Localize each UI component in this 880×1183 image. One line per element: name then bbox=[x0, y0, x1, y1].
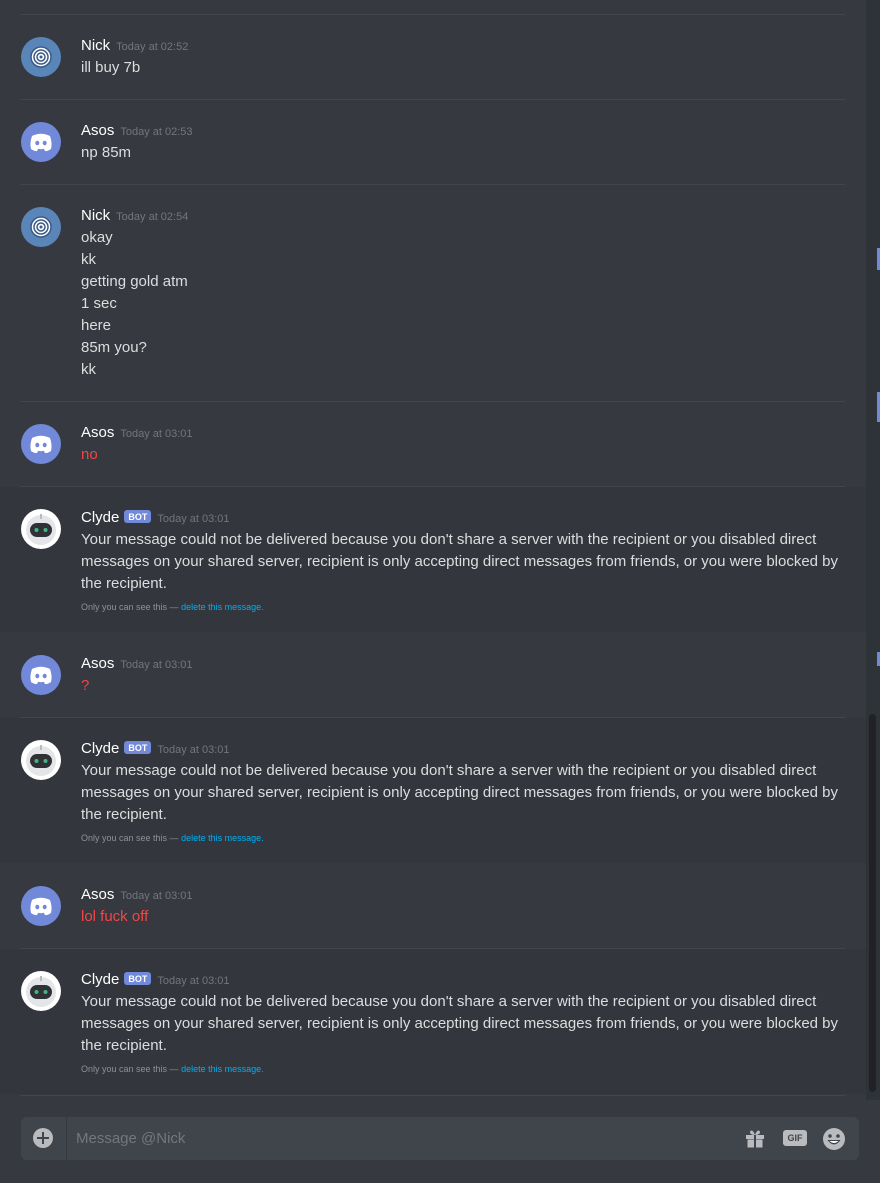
delete-message-link[interactable]: delete this message. bbox=[181, 1064, 264, 1074]
delete-message-link[interactable]: delete this message. bbox=[181, 833, 264, 843]
avatar-clyde[interactable] bbox=[21, 971, 61, 1011]
author-name[interactable]: Clyde bbox=[81, 740, 119, 757]
message-text: 85m you? bbox=[81, 339, 147, 356]
avatar-asos[interactable] bbox=[21, 424, 61, 464]
message-group: Asos Today at 02:53 np 85m bbox=[0, 100, 866, 184]
avatar-asos[interactable] bbox=[21, 655, 61, 695]
delete-message-link[interactable]: delete this message. bbox=[181, 602, 264, 612]
ephemeral-note: Only you can see this — delete this mess… bbox=[81, 602, 264, 612]
message-text: Your message could not be delivered beca… bbox=[81, 531, 839, 592]
author-name[interactable]: Clyde bbox=[81, 509, 119, 526]
ephemeral-label: Only you can see this — bbox=[81, 1064, 179, 1074]
clyde-ephemeral-message: Clyde BOT Today at 03:01 Your message co… bbox=[0, 949, 866, 1094]
avatar-asos[interactable] bbox=[21, 886, 61, 926]
message-group: Nick Today at 02:52 ill buy 7b bbox=[0, 15, 866, 99]
gif-icon[interactable]: GIF bbox=[783, 1130, 807, 1146]
message-divider bbox=[20, 1095, 845, 1096]
author-name[interactable]: Asos bbox=[81, 655, 114, 672]
message-text: getting gold atm bbox=[81, 273, 188, 290]
timestamp: Today at 03:01 bbox=[157, 975, 230, 987]
timestamp: Today at 03:01 bbox=[120, 659, 193, 671]
avatar-clyde[interactable] bbox=[21, 740, 61, 780]
avatar-nick[interactable] bbox=[21, 207, 61, 247]
timestamp: Today at 03:01 bbox=[157, 513, 230, 525]
message-text: Your message could not be delivered beca… bbox=[81, 993, 839, 1054]
message-text: kk bbox=[81, 361, 96, 378]
message-group: Asos Today at 03:01 no bbox=[0, 402, 866, 486]
scrollbar-thumb[interactable] bbox=[869, 714, 876, 1092]
avatar-asos[interactable] bbox=[21, 122, 61, 162]
bot-tag: BOT bbox=[124, 510, 152, 523]
timestamp: Today at 02:53 bbox=[120, 126, 193, 138]
bot-tag: BOT bbox=[124, 741, 152, 754]
timestamp: Today at 03:01 bbox=[157, 744, 230, 756]
message-text: ill buy 7b bbox=[81, 59, 141, 76]
author-name[interactable]: Clyde bbox=[81, 971, 119, 988]
message-list[interactable]: Nick Today at 02:52 ill buy 7b Asos Toda… bbox=[0, 0, 866, 1100]
message-text: 1 sec bbox=[81, 295, 117, 312]
message-text: here bbox=[81, 317, 112, 334]
clyde-ephemeral-message: Clyde BOT Today at 03:01 Your message co… bbox=[0, 487, 866, 632]
author-name[interactable]: Asos bbox=[81, 424, 114, 441]
plus-circle-icon bbox=[33, 1128, 53, 1148]
message-input[interactable] bbox=[76, 1117, 676, 1160]
message-text: okay bbox=[81, 229, 113, 246]
upload-button[interactable] bbox=[21, 1117, 67, 1160]
author-name[interactable]: Nick bbox=[81, 37, 110, 54]
timestamp: Today at 03:01 bbox=[120, 890, 193, 902]
gift-icon[interactable] bbox=[744, 1127, 766, 1149]
message-text: kk bbox=[81, 251, 96, 268]
clyde-ephemeral-message: Clyde BOT Today at 03:01 Your message co… bbox=[0, 718, 866, 863]
message-group: Nick Today at 02:54 okay kk getting gold… bbox=[0, 185, 866, 401]
message-group: Asos Today at 03:01 lol fuck off bbox=[0, 864, 866, 948]
avatar-clyde[interactable] bbox=[21, 509, 61, 549]
failed-message-text: ? bbox=[81, 677, 90, 694]
ephemeral-note: Only you can see this — delete this mess… bbox=[81, 833, 264, 843]
timestamp: Today at 03:01 bbox=[120, 428, 193, 440]
ephemeral-note: Only you can see this — delete this mess… bbox=[81, 1064, 264, 1074]
timestamp: Today at 02:54 bbox=[116, 211, 189, 223]
timestamp: Today at 02:52 bbox=[116, 41, 189, 53]
message-group: Asos Today at 03:01 ? bbox=[0, 633, 866, 717]
message-text: np 85m bbox=[81, 144, 132, 161]
failed-message-text: no bbox=[81, 446, 98, 463]
bot-tag: BOT bbox=[124, 972, 152, 985]
message-composer: GIF bbox=[21, 1117, 859, 1160]
ephemeral-label: Only you can see this — bbox=[81, 833, 179, 843]
author-name[interactable]: Asos bbox=[81, 886, 114, 903]
author-name[interactable]: Nick bbox=[81, 207, 110, 224]
failed-message-text: lol fuck off bbox=[81, 908, 149, 925]
avatar-nick[interactable] bbox=[21, 37, 61, 77]
emoji-icon[interactable] bbox=[822, 1127, 846, 1151]
ephemeral-label: Only you can see this — bbox=[81, 602, 179, 612]
message-text: Your message could not be delivered beca… bbox=[81, 762, 839, 823]
author-name[interactable]: Asos bbox=[81, 122, 114, 139]
